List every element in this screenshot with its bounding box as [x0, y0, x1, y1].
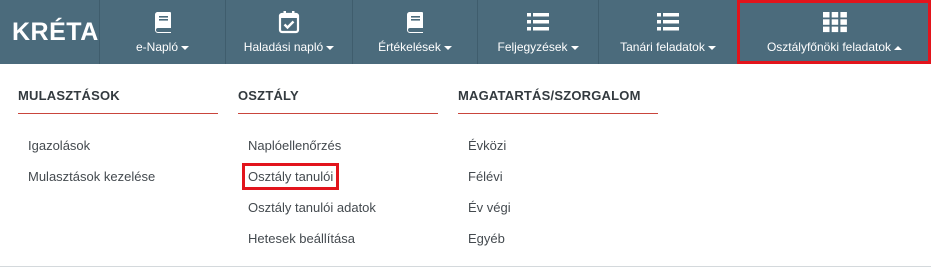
- menu-item-hetesek-beallitasa[interactable]: Hetesek beállítása: [238, 223, 438, 254]
- menu-item-igazolasok[interactable]: Igazolások: [18, 130, 218, 161]
- caret-down-icon: [326, 45, 335, 50]
- list-icon: [656, 9, 680, 35]
- menu-item-mulasztasok-kezelese[interactable]: Mulasztások kezelése: [18, 161, 218, 192]
- top-navbar: KRÉTA e-Napló Haladási napló Értékelések…: [0, 0, 931, 64]
- nav-label: Értékelések: [378, 40, 441, 54]
- nav-label: e-Napló: [135, 40, 179, 54]
- caret-down-icon: [707, 45, 716, 50]
- menu-column-osztaly: OSZTÁLY Naplóellenőrzés Osztály tanulói …: [238, 88, 438, 254]
- menu-item-ev-vegi[interactable]: Év végi: [458, 192, 658, 223]
- nav-item-tanari-feladatok[interactable]: Tanári feladatok: [598, 0, 737, 64]
- nav-item-haladasi-naplo[interactable]: Haladási napló: [225, 0, 352, 64]
- nav-item-ertekelesek[interactable]: Értékelések: [352, 0, 477, 64]
- column-heading: MAGATARTÁS/SZORGALOM: [458, 88, 658, 114]
- kreta-logo[interactable]: KRÉTA: [0, 0, 99, 64]
- menu-item-osztaly-tanuloi[interactable]: Osztály tanulói: [238, 161, 438, 192]
- caret-up-icon: [894, 45, 903, 50]
- menu-item-evkozi[interactable]: Évközi: [458, 130, 658, 161]
- bottom-divider: [0, 266, 931, 267]
- caret-down-icon: [443, 45, 452, 50]
- nav-label: Tanári feladatok: [620, 40, 705, 54]
- menu-item-felevi[interactable]: Félévi: [458, 161, 658, 192]
- nav-item-osztalyfonoki-feladatok[interactable]: Osztályfőnöki feladatok: [737, 0, 931, 64]
- caret-down-icon: [181, 45, 190, 50]
- menu-item-naploellenorzes[interactable]: Naplóellenőrzés: [238, 130, 438, 161]
- nav-item-feljegyzesek[interactable]: Feljegyzések: [477, 0, 598, 64]
- column-heading: MULASZTÁSOK: [18, 88, 218, 114]
- grid-icon: [822, 9, 848, 35]
- book-icon: [152, 9, 174, 35]
- nav-label: Feljegyzések: [497, 40, 568, 54]
- menu-column-magatartas-szorgalom: MAGATARTÁS/SZORGALOM Évközi Félévi Év vé…: [458, 88, 658, 254]
- book-icon: [404, 9, 426, 35]
- nav-label: Osztályfőnöki feladatok: [766, 40, 892, 54]
- dropdown-menu: MULASZTÁSOK Igazolások Mulasztások kezel…: [0, 64, 931, 268]
- nav-label: Haladási napló: [243, 40, 324, 54]
- calendar-check-icon: [277, 9, 301, 35]
- logo-text: KRÉTA: [12, 17, 99, 46]
- menu-item-egyeb[interactable]: Egyéb: [458, 223, 658, 254]
- menu-column-mulasztasok: MULASZTÁSOK Igazolások Mulasztások kezel…: [18, 88, 218, 192]
- menu-item-osztaly-tanuloi-adatok[interactable]: Osztály tanulói adatok: [238, 192, 438, 223]
- column-heading: OSZTÁLY: [238, 88, 438, 114]
- list-icon: [526, 9, 550, 35]
- nav-item-enaplo[interactable]: e-Napló: [99, 0, 225, 64]
- caret-down-icon: [570, 45, 579, 50]
